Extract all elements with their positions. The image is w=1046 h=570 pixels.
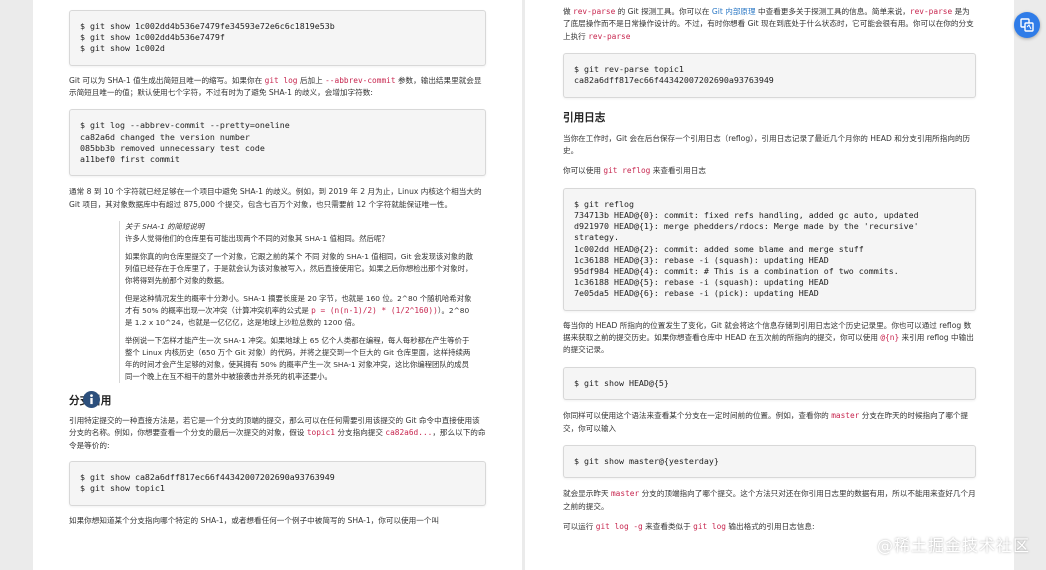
note-paragraph: 如果你真的向仓库里提交了一个对象，它跟之前的某个 不同 对象的 SHA-1 值相… — [125, 252, 473, 286]
text-segment: 中查看更多关于探测工具的信息。简单来说， — [755, 7, 910, 16]
info-icon — [83, 391, 100, 409]
inline-code: git log — [264, 75, 298, 85]
git-internals-link[interactable]: Git 内部原理 — [712, 7, 756, 16]
code-block-show-head5: $ git show HEAD@{5} — [563, 366, 976, 401]
section-heading: 分支引用 — [69, 393, 486, 408]
code-block-show-topic: $ git show ca82a6dff817ec66f443420072026… — [69, 461, 486, 506]
site-watermark: @稀土掘金技术社区 — [876, 536, 1030, 555]
text-segment: 就会显示昨天 — [563, 489, 611, 499]
paragraph-reflog-intro: 当你在工作时，Git 会在后台保存一个引用日志（reflog），引用日志记录了最… — [563, 133, 971, 156]
code-block-show-yesterday: $ git show master@{yesterday} — [563, 444, 976, 479]
code-block-reflog: $ git reflog 734713b HEAD@{0}: commit: f… — [563, 187, 976, 311]
text-segment: 可以运行 — [563, 521, 596, 531]
inline-code: topic1 — [306, 428, 335, 438]
translate-button[interactable] — [1014, 12, 1040, 38]
text-segment: 的 Git 探测工具。你可以在 — [615, 7, 712, 16]
inline-code: rev-parse — [909, 7, 953, 16]
text-segment: 后加上 — [297, 75, 326, 85]
paragraph-sha-length: 通常 8 到 10 个字符就已经足够在一个项目中避免 SHA-1 的歧义。例如，… — [69, 187, 482, 209]
note-block: 关于 SHA-1 的简短说明 许多人觉得他们的仓库里有可能出现两个不同的对象其 … — [69, 221, 486, 409]
note-title: 关于 SHA-1 的简短说明 — [125, 222, 205, 232]
code-block-log-abbrev: $ git log --abbrev-commit --pretty=oneli… — [69, 109, 486, 177]
translate-icon — [1020, 18, 1034, 32]
right-page: 做 rev-parse 的 Git 探测工具。你可以在 Git 内部原理 中查看… — [525, 0, 1014, 570]
inline-code: rev-parse — [588, 31, 631, 41]
note-divider — [119, 221, 120, 384]
left-page: $ git show 1c002dd4b536e7479fe34593e72e6… — [33, 0, 522, 570]
note-paragraph: 许多人觉得他们的仓库里有可能出现两个不同的对象其 SHA-1 值相同。然后呢？ — [125, 234, 389, 244]
paragraph-branch-ref: 引用特定提交的一种直接方法是，若它是一个分支的顶端的提交，那么可以在任何需要引用… — [69, 415, 486, 452]
note-paragraph: 但是这种情况发生的概率十分渺小。SHA-1 摘要长度是 20 字节，也就是 16… — [125, 293, 476, 329]
text-segment: 你同样可以使用这个语法来查看某个分支在一定时间前的位置。例如，查看你的 — [563, 411, 832, 421]
inline-code: @{n} — [880, 333, 900, 343]
inline-code: ca82a6d... — [385, 428, 433, 438]
paragraph-reflog-use: 你可以使用 git reflog 来查看引用日志 — [563, 165, 976, 177]
paragraph-time-syntax: 你同样可以使用这个语法来查看某个分支在一定时间前的位置。例如，查看你的 mast… — [563, 410, 976, 435]
section-heading: 引用日志 — [563, 111, 606, 124]
inline-code: --abbrev-commit — [325, 75, 396, 85]
paragraph-rev-parse-intro: 如果你想知道某个分支指向哪个特定的 SHA-1，或者想看任何一个例子中被简写的 … — [69, 515, 440, 525]
inline-code: p = (n(n-1)/2) * (1/2^160)) — [311, 306, 438, 316]
text-segment: 来查看类似于 — [642, 521, 694, 531]
paragraph-rev-parse: 做 rev-parse 的 Git 探测工具。你可以在 Git 内部原理 中查看… — [563, 6, 976, 43]
inline-code: rev-parse — [573, 7, 616, 16]
code-block-rev-parse: $ git rev-parse topic1 ca82a6dff817ec66f… — [563, 53, 976, 98]
paragraph-head-n: 每当你的 HEAD 所指向的位置发生了变化，Git 就会将这个信息存储到引用日志… — [563, 320, 976, 357]
paragraph-yesterday: 就会显示昨天 master 分支的顶端指向了哪个提交。这个方法只对还在你引用日志… — [563, 488, 976, 513]
text-segment: 做 — [563, 7, 574, 16]
inline-code: git reflog — [603, 166, 651, 176]
inline-code: git log — [693, 521, 726, 531]
inline-code: git log -g — [595, 521, 643, 531]
text-segment: 输出格式的引用日志信息: — [726, 521, 815, 531]
code-block-show-sha: $ git show 1c002dd4b536e7479fe34593e72e6… — [69, 10, 486, 66]
inline-code: master — [610, 489, 640, 499]
text-segment: Git 可以为 SHA-1 值生成出简短且唯一的缩写。如果你在 — [69, 75, 265, 85]
text-segment: 来查看引用日志 — [650, 166, 706, 176]
inline-code: master — [831, 411, 860, 421]
paragraph-abbrev: Git 可以为 SHA-1 值生成出简短且唯一的缩写。如果你在 git log … — [69, 75, 486, 100]
note-paragraph: 举例说一下怎样才能产生一次 SHA-1 冲突。如果地球上 65 亿个人类都在编程… — [125, 336, 471, 382]
text-segment: 你可以使用 — [563, 166, 604, 176]
text-segment: 分支指向提交 — [335, 428, 386, 438]
